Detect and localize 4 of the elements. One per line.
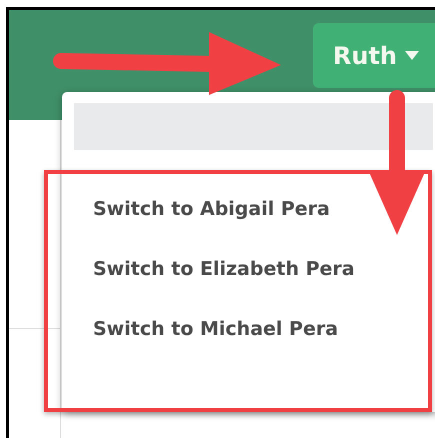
menu-item[interactable]: Switch to Abigail Pera <box>93 198 330 220</box>
menu-item[interactable]: Switch to Elizabeth Pera <box>93 258 355 280</box>
menu-item[interactable]: Switch to Michael Pera <box>93 318 338 340</box>
caret-icon <box>405 51 419 60</box>
